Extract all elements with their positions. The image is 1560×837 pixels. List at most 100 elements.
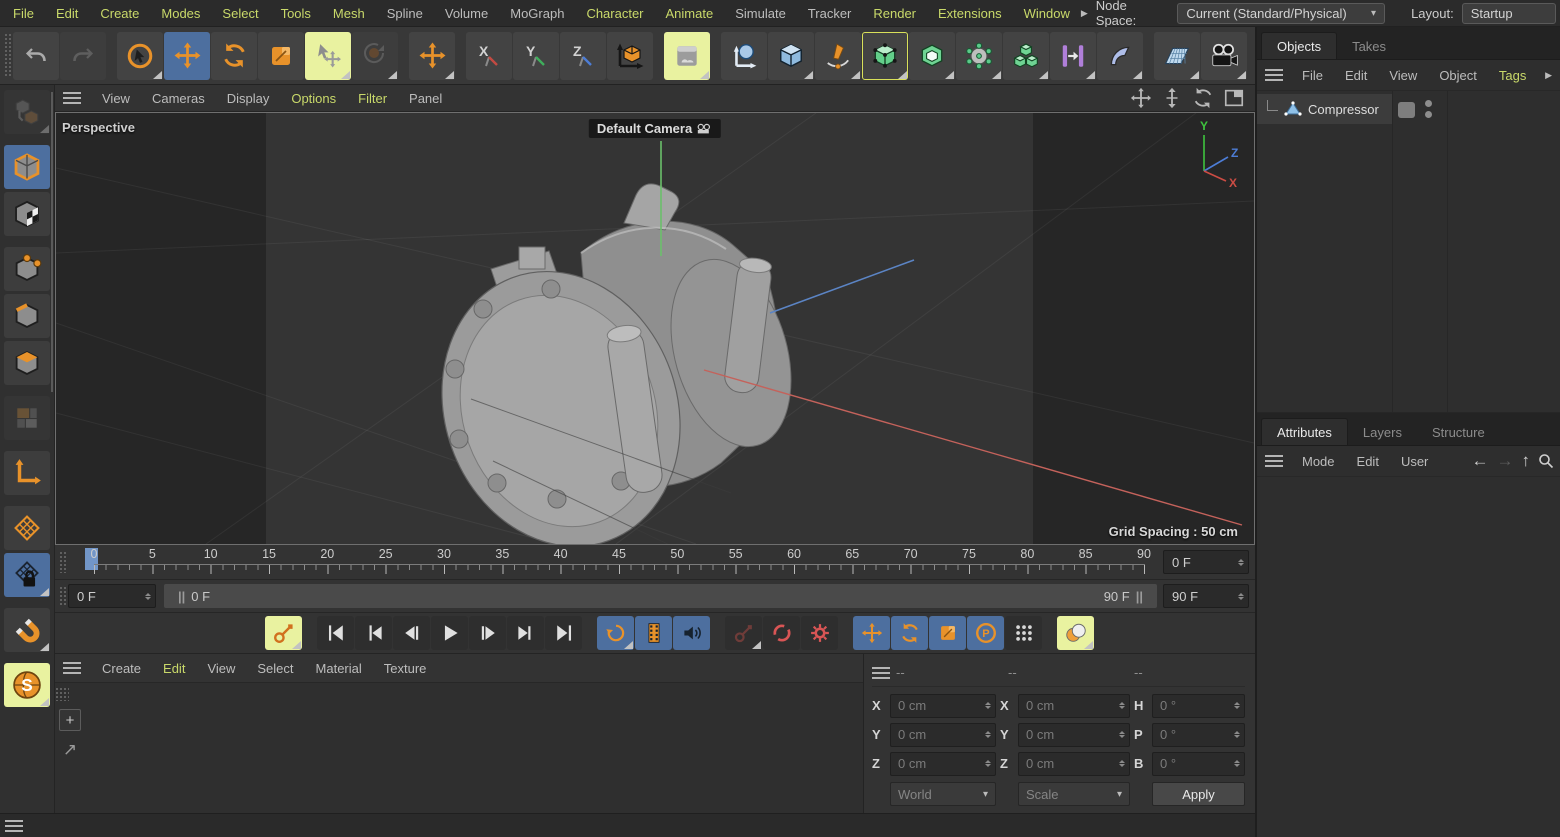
vp-menu-view[interactable]: View: [91, 91, 141, 106]
soft-selection-button[interactable]: [352, 32, 398, 80]
axis-gizmo[interactable]: Y Z X: [1174, 119, 1238, 189]
play-button[interactable]: [431, 616, 468, 650]
add-material-button[interactable]: +: [59, 709, 81, 731]
extrude-generator-button[interactable]: [909, 32, 955, 80]
object-row-compressor[interactable]: Compressor: [1257, 94, 1560, 124]
spline-pen-button[interactable]: [815, 32, 861, 80]
attr-menu-user[interactable]: User: [1390, 454, 1439, 469]
mat-menu-select[interactable]: Select: [246, 661, 304, 676]
floor-button[interactable]: [1154, 32, 1200, 80]
polygon-mode-button[interactable]: [4, 341, 50, 385]
array-cloner-button[interactable]: [1003, 32, 1049, 80]
menu-extensions[interactable]: Extensions: [927, 6, 1013, 21]
loop-mode-button[interactable]: [597, 616, 634, 650]
vp-menu-panel[interactable]: Panel: [398, 91, 453, 106]
rot-p-field[interactable]: 0 °: [1152, 723, 1245, 747]
current-frame-spinner[interactable]: 0 F: [68, 584, 156, 608]
make-editable-button[interactable]: [4, 90, 50, 134]
goto-next-frame-button[interactable]: [469, 616, 506, 650]
spinner-arrows-icon[interactable]: [1238, 593, 1244, 600]
workplane-mode-button[interactable]: [4, 553, 50, 597]
rotate-view-icon[interactable]: [1192, 87, 1214, 109]
menu-create[interactable]: Create: [89, 6, 150, 21]
sound-toggle-button[interactable]: [673, 616, 710, 650]
compressor-model[interactable]: [404, 184, 811, 544]
live-selection-tool[interactable]: [117, 32, 163, 80]
palette-scrollbar[interactable]: [51, 92, 53, 392]
object-list[interactable]: Compressor: [1257, 91, 1560, 413]
uv-mode-button[interactable]: [4, 396, 50, 440]
point-level-animation-button[interactable]: [1005, 616, 1042, 650]
menu-tools[interactable]: Tools: [270, 6, 322, 21]
modeling-axis-button[interactable]: [721, 32, 767, 80]
texture-mode-button[interactable]: [4, 192, 50, 236]
enable-axis-button[interactable]: [4, 451, 50, 495]
timeline-grip[interactable]: [59, 551, 66, 573]
vp-menu-cameras[interactable]: Cameras: [141, 91, 216, 106]
tab-layers[interactable]: Layers: [1348, 419, 1417, 445]
scale-z-field[interactable]: 0 cm: [1018, 752, 1130, 776]
search-icon[interactable]: [1538, 453, 1554, 469]
mat-menu-view[interactable]: View: [196, 661, 246, 676]
edge-mode-button[interactable]: [4, 294, 50, 338]
key-scale-button[interactable]: [929, 616, 966, 650]
menu-tracker[interactable]: Tracker: [797, 6, 863, 21]
pos-z-field[interactable]: 0 cm: [890, 752, 996, 776]
obj-menu-object[interactable]: Object: [1428, 68, 1488, 83]
menu-volume[interactable]: Volume: [434, 6, 499, 21]
z-axis-lock-button[interactable]: Z: [560, 32, 606, 80]
layer-badge[interactable]: [1398, 102, 1415, 118]
object-name[interactable]: Compressor: [1308, 102, 1379, 117]
spinner-arrows-icon[interactable]: [145, 593, 151, 600]
menu-simulate[interactable]: Simulate: [724, 6, 797, 21]
toolbar-grip[interactable]: [4, 33, 11, 78]
autokeying-button[interactable]: [763, 616, 800, 650]
subdivision-surface-button[interactable]: [862, 32, 908, 80]
menu-more-arrow-icon[interactable]: ▶: [1545, 70, 1560, 81]
y-axis-lock-button[interactable]: Y: [513, 32, 559, 80]
x-axis-lock-button[interactable]: X: [466, 32, 512, 80]
menu-mesh[interactable]: Mesh: [322, 6, 376, 21]
pos-y-field[interactable]: 0 cm: [890, 723, 996, 747]
toggle-view-icon[interactable]: [1223, 87, 1245, 109]
tab-objects[interactable]: Objects: [1261, 32, 1337, 59]
render-view-button[interactable]: [664, 32, 710, 80]
goto-previous-frame-button[interactable]: [393, 616, 430, 650]
render-preview-button[interactable]: [635, 616, 672, 650]
transform-mode-select[interactable]: Scale▾: [1018, 782, 1130, 806]
view-label[interactable]: Perspective: [62, 120, 135, 135]
model-mode-button[interactable]: [4, 145, 50, 189]
move-tool[interactable]: [164, 32, 210, 80]
mat-menu-create[interactable]: Create: [91, 661, 152, 676]
menu-spline[interactable]: Spline: [376, 6, 434, 21]
field-button[interactable]: [1050, 32, 1096, 80]
node-space-select[interactable]: Current (Standard/Physical) ▾: [1177, 3, 1385, 24]
key-parameter-button[interactable]: P: [967, 616, 1004, 650]
mat-menu-texture[interactable]: Texture: [373, 661, 438, 676]
volume-builder-button[interactable]: [956, 32, 1002, 80]
record-active-objects-button[interactable]: [725, 616, 762, 650]
visibility-dots-icon[interactable]: [1425, 100, 1432, 118]
status-menu-icon[interactable]: [5, 820, 23, 832]
object-menu-icon[interactable]: [1265, 69, 1283, 81]
record-keyframe-button[interactable]: [265, 616, 302, 650]
pan-view-icon[interactable]: [1130, 87, 1152, 109]
history-back-icon[interactable]: ←: [1472, 451, 1489, 471]
camera-label[interactable]: Default Camera: [589, 119, 721, 138]
scale-y-field[interactable]: 0 cm: [1018, 723, 1130, 747]
goto-next-key-button[interactable]: [507, 616, 544, 650]
solo-toggle-button[interactable]: [1057, 616, 1094, 650]
menu-modes[interactable]: Modes: [150, 6, 211, 21]
timeline-track[interactable]: 0 5 10 15 20 25 30 35 40 45 50 55 60 65 …: [68, 545, 1157, 579]
material-list-area[interactable]: + ↗: [55, 683, 863, 813]
mat-menu-material[interactable]: Material: [305, 661, 373, 676]
rot-h-field[interactable]: 0 °: [1152, 694, 1245, 718]
mat-menu-edit[interactable]: Edit: [152, 661, 196, 676]
material-grip[interactable]: [55, 687, 69, 701]
menu-character[interactable]: Character: [575, 6, 654, 21]
attr-menu-mode[interactable]: Mode: [1291, 454, 1346, 469]
coordinate-system-select[interactable]: World▾: [890, 782, 996, 806]
scale-x-field[interactable]: 0 cm: [1018, 694, 1130, 718]
redo-button[interactable]: [60, 32, 106, 80]
tweak-mode-button[interactable]: [305, 32, 351, 80]
